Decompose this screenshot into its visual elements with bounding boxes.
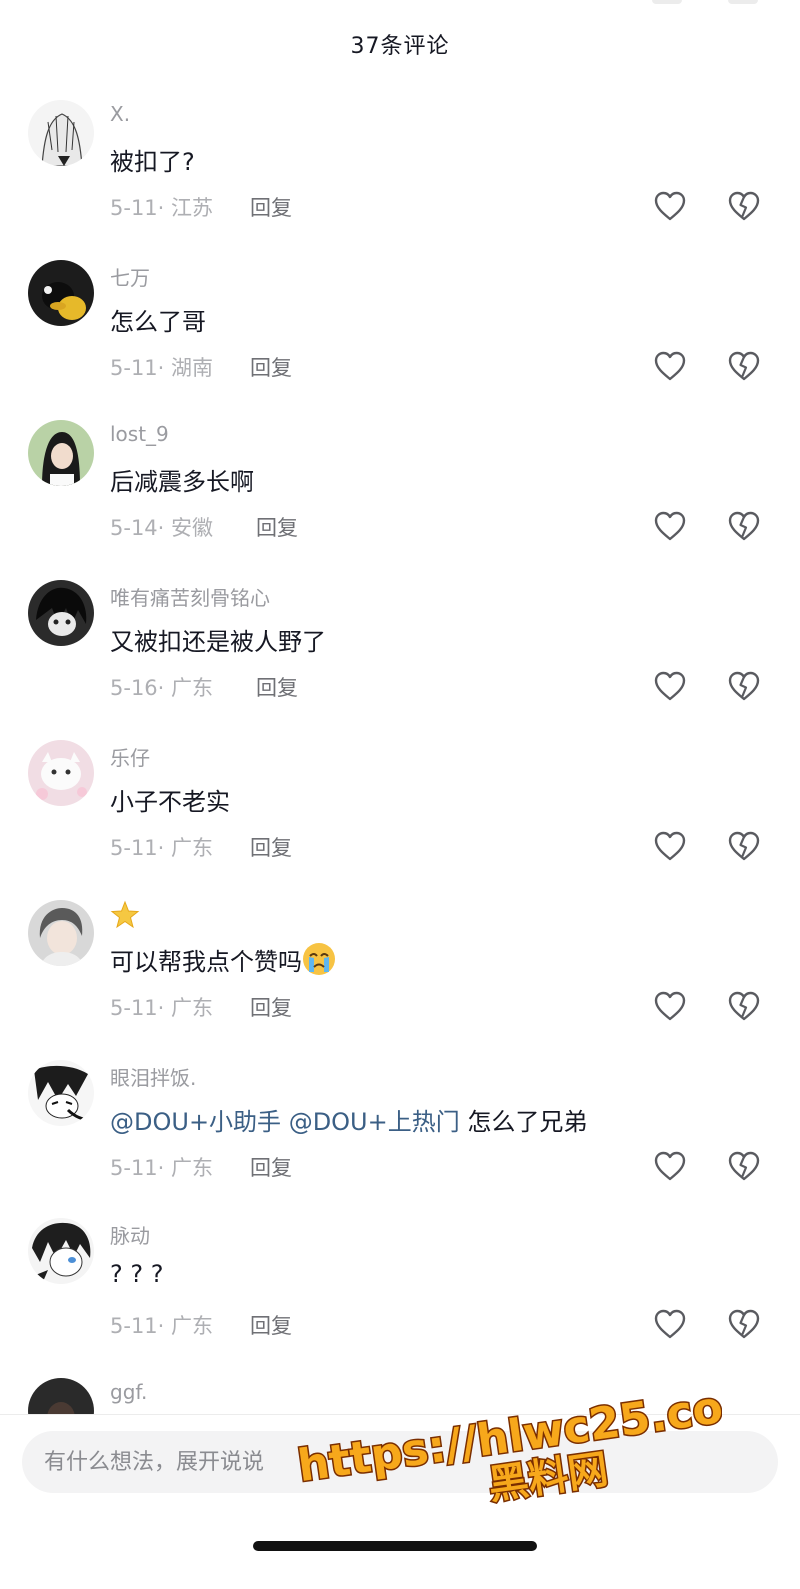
avatar[interactable] <box>28 1378 94 1418</box>
avatar[interactable] <box>28 900 94 966</box>
broken-heart-icon[interactable] <box>726 828 762 864</box>
comment-item: 眼泪拌饭. @DOU+小助手 @DOU+上热门 怎么了兄弟 5-11· 广东 回… <box>0 1060 800 1210</box>
mention-link[interactable]: @DOU+小助手 <box>110 1108 281 1136</box>
avatar[interactable] <box>28 100 94 166</box>
heart-outline-icon[interactable] <box>652 348 688 384</box>
broken-heart-icon[interactable] <box>726 988 762 1024</box>
broken-heart-icon[interactable] <box>726 508 762 544</box>
broken-heart-icon[interactable] <box>726 188 762 224</box>
crying-emoji-icon <box>303 943 335 975</box>
comment-date-location: 5-16· 广东 <box>110 676 214 700</box>
reply-button[interactable]: 回复 <box>250 192 292 222</box>
reply-button[interactable]: 回复 <box>250 1152 292 1182</box>
comment-item: 脉动 ? ? ? 5-11· 广东 回复 <box>0 1218 800 1368</box>
broken-heart-icon[interactable] <box>726 1148 762 1184</box>
heart-outline-icon[interactable] <box>652 188 688 224</box>
comment-count-title: 37条评论 <box>350 34 450 59</box>
top-handle-left <box>652 0 682 4</box>
comment-text: 怎么了哥 <box>110 308 206 336</box>
avatar[interactable] <box>28 740 94 806</box>
comment-date-location: 5-11· 广东 <box>110 1156 214 1180</box>
broken-heart-icon[interactable] <box>726 668 762 704</box>
broken-heart-icon[interactable] <box>726 348 762 384</box>
comment-text: ? ? ? <box>110 1260 164 1288</box>
top-handle-right <box>728 0 758 4</box>
reply-button[interactable]: 回复 <box>256 672 298 702</box>
reply-button[interactable]: 回复 <box>250 1310 292 1340</box>
heart-outline-icon[interactable] <box>652 508 688 544</box>
username[interactable]: ggf. <box>110 1380 147 1404</box>
home-indicator[interactable] <box>253 1541 537 1551</box>
comment-date-location: 5-11· 广东 <box>110 836 214 860</box>
comment-text: 可以帮我点个赞吗 <box>110 942 336 977</box>
username[interactable]: 七万 <box>110 262 150 291</box>
comment-text-content: 可以帮我点个赞吗 <box>110 948 302 976</box>
comment-item: 乐仔 小子不老实 5-11· 广东 回复 <box>0 740 800 890</box>
heart-outline-icon[interactable] <box>652 1148 688 1184</box>
heart-outline-icon[interactable] <box>652 1306 688 1342</box>
username[interactable]: lost_9 <box>110 422 169 446</box>
username[interactable]: X. <box>110 102 130 126</box>
comment-date-location: 5-11· 广东 <box>110 1314 214 1338</box>
broken-heart-icon[interactable] <box>726 1306 762 1342</box>
username[interactable]: 唯有痛苦刻骨铭心 <box>110 582 270 611</box>
comment-text: 小子不老实 <box>110 788 230 816</box>
watermark-logo: https://hlwc25.com 黑料网 <box>293 1374 722 1506</box>
comment-text: @DOU+小助手 @DOU+上热门 怎么了兄弟 <box>110 1102 587 1137</box>
reply-button[interactable]: 回复 <box>250 832 292 862</box>
mention-link[interactable]: @DOU+上热门 <box>289 1108 460 1136</box>
username[interactable]: 脉动 <box>110 1220 150 1249</box>
comment-item: 可以帮我点个赞吗 5-11· 广东 回复 <box>0 900 800 1050</box>
comment-item: X. 被扣了? 5-11· 江苏 回复 <box>0 100 800 250</box>
reply-button[interactable]: 回复 <box>250 992 292 1022</box>
comment-text-content: 怎么了兄弟 <box>467 1108 588 1136</box>
comment-item: 唯有痛苦刻骨铭心 又被扣还是被人野了 5-16· 广东 回复 <box>0 580 800 730</box>
avatar[interactable] <box>28 580 94 646</box>
heart-outline-icon[interactable] <box>652 828 688 864</box>
star-icon <box>110 900 140 929</box>
avatar[interactable] <box>28 420 94 486</box>
heart-outline-icon[interactable] <box>652 988 688 1024</box>
avatar[interactable] <box>28 260 94 326</box>
comment-date-location: 5-14· 安徽 <box>110 516 214 540</box>
comment-text: 又被扣还是被人野了 <box>110 628 326 656</box>
comment-item: lost_9 后减震多长啊 5-14· 安徽 回复 <box>0 420 800 570</box>
reply-button[interactable]: 回复 <box>250 352 292 382</box>
username[interactable]: 眼泪拌饭. <box>110 1062 196 1091</box>
reply-button[interactable]: 回复 <box>256 512 298 542</box>
comment-text: 后减震多长啊 <box>110 468 254 496</box>
avatar[interactable] <box>28 1060 94 1126</box>
comment-date-location: 5-11· 广东 <box>110 996 214 1020</box>
comment-text: 被扣了? <box>110 148 195 176</box>
username[interactable]: 乐仔 <box>110 742 150 771</box>
comment-date-location: 5-11· 湖南 <box>110 356 214 380</box>
avatar[interactable] <box>28 1218 94 1284</box>
heart-outline-icon[interactable] <box>652 668 688 704</box>
comment-item: 七万 怎么了哥 5-11· 湖南 回复 <box>0 260 800 410</box>
comment-date-location: 5-11· 江苏 <box>110 196 214 220</box>
